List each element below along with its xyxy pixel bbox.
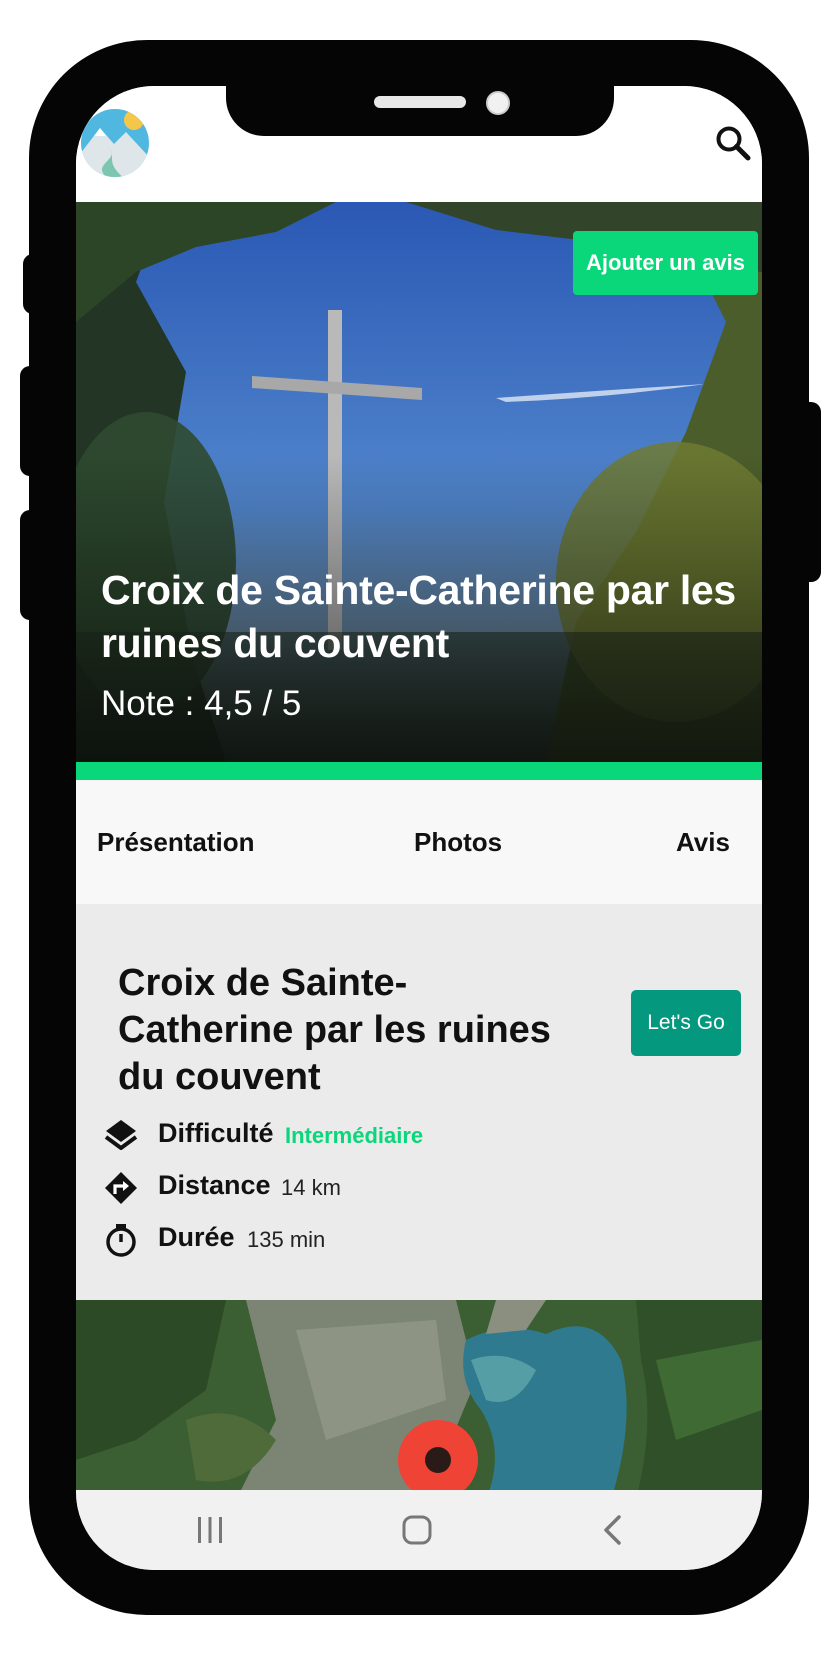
power-button	[797, 402, 821, 582]
hero-title: Croix de Sainte-Catherine par les ruines…	[101, 567, 736, 666]
lets-go-button[interactable]: Let's Go	[631, 990, 741, 1056]
front-camera	[486, 91, 510, 115]
distance-value: 14 km	[281, 1175, 341, 1200]
volume-down-button	[20, 510, 44, 620]
difficulty-value: Intermédiaire	[285, 1123, 424, 1148]
tab-reviews[interactable]: Avis	[676, 780, 730, 904]
speaker	[374, 96, 466, 108]
map-pin-icon[interactable]	[398, 1420, 478, 1500]
volume-up-button	[20, 366, 44, 476]
distance-label: Distance	[158, 1170, 271, 1200]
trail-title: Croix de Sainte-Catherine par les ruines…	[118, 962, 551, 1098]
add-review-button[interactable]: Ajouter un avis	[573, 231, 758, 295]
notch	[226, 86, 614, 136]
rating-text: Note : 4,5 / 5	[101, 684, 302, 723]
tab-bar: Présentation Photos Avis	[76, 780, 762, 904]
difficulty-label: Difficulté	[158, 1118, 274, 1148]
mute-switch	[23, 254, 45, 314]
duration-label: Durée	[158, 1222, 235, 1252]
back-icon[interactable]	[594, 1510, 634, 1550]
accent-bar	[76, 762, 762, 780]
map-view[interactable]	[76, 1300, 762, 1500]
search-icon[interactable]	[714, 124, 752, 162]
phone-screen: Ajouter un avis Croix de Sainte-Catherin…	[76, 86, 762, 1570]
home-icon[interactable]	[397, 1510, 437, 1550]
tab-presentation[interactable]: Présentation	[97, 780, 255, 904]
hero-banner: Ajouter un avis Croix de Sainte-Catherin…	[76, 202, 762, 762]
mountain-river-logo-icon[interactable]	[80, 108, 150, 178]
turn-right-sign-icon	[104, 1171, 138, 1205]
recent-apps-icon[interactable]	[190, 1510, 230, 1550]
tab-photos[interactable]: Photos	[414, 780, 502, 904]
system-nav-bar	[76, 1490, 762, 1570]
duration-value: 135 min	[247, 1227, 326, 1252]
layers-icon	[104, 1118, 138, 1152]
trail-details: Croix de Sainte-Catherine par les ruines…	[76, 904, 762, 1300]
timer-icon	[104, 1223, 138, 1257]
